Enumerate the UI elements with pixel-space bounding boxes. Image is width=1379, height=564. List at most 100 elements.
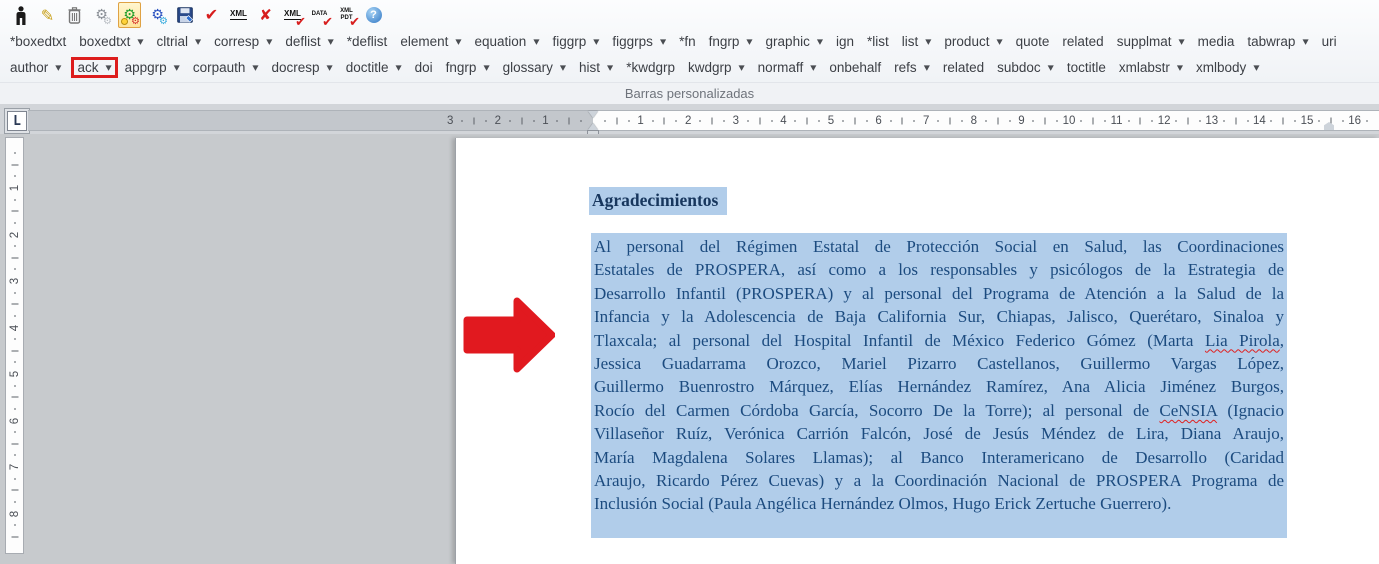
toolbar-item-xmlbody[interactable]: xmlbody▼ bbox=[1196, 60, 1259, 75]
toolbar-item-x-fn[interactable]: *fn bbox=[679, 34, 696, 49]
workspace: 12345678 Agradecimientos Al personal del… bbox=[0, 134, 1379, 564]
toolbar-item-label: related bbox=[943, 60, 984, 75]
toolbar-item-product[interactable]: product▼ bbox=[944, 34, 1002, 49]
delete-trash-icon[interactable] bbox=[64, 3, 85, 27]
toolbar-item-fngrp[interactable]: fngrp▼ bbox=[709, 34, 753, 49]
toolbar-item-label: corpauth bbox=[193, 60, 246, 75]
toolbar-item-deflist[interactable]: deflist▼ bbox=[285, 34, 333, 49]
toolbar-item-normaff[interactable]: normaff▼ bbox=[758, 60, 817, 75]
trash-glyph bbox=[68, 7, 81, 24]
chevron-down-icon: ▼ bbox=[174, 63, 180, 71]
chevron-down-icon: ▼ bbox=[533, 37, 539, 45]
toolbar-item-cltrial[interactable]: cltrial▼ bbox=[157, 34, 202, 49]
toolbar-item-doi[interactable]: doi bbox=[415, 60, 433, 75]
toolbar-item-x-kwdgrp[interactable]: *kwdgrp bbox=[626, 60, 675, 75]
toolbar-item-toctitle[interactable]: toctitle bbox=[1067, 60, 1106, 75]
toolbar-item-onbehalf[interactable]: onbehalf bbox=[829, 60, 881, 75]
toolbar-item-x-deflist[interactable]: *deflist bbox=[347, 34, 388, 49]
toolbar-item-ack[interactable]: ack▼ bbox=[71, 57, 117, 78]
question-mark-glyph: ? bbox=[366, 7, 382, 23]
xml-icon[interactable]: XML bbox=[228, 3, 249, 27]
ruler-tick bbox=[807, 117, 808, 124]
chevron-down-icon: ▼ bbox=[105, 63, 111, 71]
toolbar-item-label: figgrps bbox=[612, 34, 653, 49]
toolbar-item-list[interactable]: list▼ bbox=[902, 34, 932, 49]
toolbar-item-label: doi bbox=[415, 60, 433, 75]
delete-x-icon[interactable]: ✘ bbox=[255, 3, 276, 27]
section-heading[interactable]: Agradecimientos bbox=[589, 187, 727, 215]
hanging-indent-marker[interactable] bbox=[588, 123, 598, 130]
ruler-tick bbox=[1140, 117, 1141, 124]
toolbar-item-corpauth[interactable]: corpauth▼ bbox=[193, 60, 259, 75]
toolbar-item-author[interactable]: author▼ bbox=[10, 60, 61, 75]
paragraph-line: Desarrollo Infantil (PROSPERA) y al pers… bbox=[594, 282, 1284, 305]
selected-paragraph[interactable]: Al personal del Régimen Estatal de Prote… bbox=[591, 233, 1287, 538]
validate-check-icon[interactable]: ✔ bbox=[201, 3, 222, 27]
toolbar-item-label: fngrp bbox=[446, 60, 477, 75]
toolbar-item-refs[interactable]: refs▼ bbox=[894, 60, 930, 75]
toolbar-item-related[interactable]: related bbox=[1062, 34, 1103, 49]
data-validate-icon[interactable]: DATA ✔ bbox=[309, 3, 330, 27]
toolbar-item-corresp[interactable]: corresp▼ bbox=[214, 34, 272, 49]
toolbar-item-graphic[interactable]: graphic▼ bbox=[766, 34, 823, 49]
toolbar-item-doctitle[interactable]: doctitle▼ bbox=[346, 60, 402, 75]
toolbar-item-uri[interactable]: uri bbox=[1322, 34, 1337, 49]
toolbar-item-label: quote bbox=[1016, 34, 1050, 49]
ruler-tick bbox=[11, 490, 18, 491]
document-page[interactable]: Agradecimientos Al personal del Régimen … bbox=[455, 138, 1379, 564]
toolbar-item-subdoc[interactable]: subdoc▼ bbox=[997, 60, 1054, 75]
toolbar-item-related[interactable]: related bbox=[943, 60, 984, 75]
ruler-tick bbox=[14, 269, 16, 270]
ruler-tick bbox=[1318, 120, 1319, 122]
ruler-tick bbox=[14, 246, 16, 247]
process-gears-gray-icon[interactable]: ⚙ ⚙ bbox=[91, 3, 112, 27]
vertical-ruler[interactable]: 12345678 bbox=[5, 137, 24, 554]
paragraph-line: Rocío del Carmen Córdoba García, Socorro… bbox=[594, 399, 1284, 422]
toolbar-item-quote[interactable]: quote bbox=[1016, 34, 1050, 49]
toolbar-item-docresp[interactable]: docresp▼ bbox=[272, 60, 333, 75]
horizontal-ruler[interactable]: 32112345678910111213141516 bbox=[28, 110, 1379, 131]
toolbar-item-x-list[interactable]: *list bbox=[867, 34, 889, 49]
save-icon[interactable] bbox=[174, 3, 195, 27]
toolbar-item-appgrp[interactable]: appgrp ▼ bbox=[125, 60, 180, 75]
ruler-tick bbox=[1045, 117, 1046, 124]
ruler-tick bbox=[759, 117, 760, 124]
check-glyph: ✔ bbox=[349, 16, 360, 29]
help-icon[interactable]: ? bbox=[363, 3, 384, 27]
toolbar-item-element[interactable]: element▼ bbox=[400, 34, 461, 49]
edit-pencil-icon[interactable]: ✎ bbox=[37, 3, 58, 27]
tab-stop-selector[interactable]: L bbox=[4, 108, 30, 134]
ruler-tick bbox=[11, 536, 18, 537]
ruler-tick bbox=[569, 117, 570, 124]
ruler-number: 6 bbox=[875, 115, 881, 127]
toolbar-item-media[interactable]: media bbox=[1198, 34, 1235, 49]
first-line-indent-marker[interactable] bbox=[588, 111, 598, 118]
toolbar-item-supplmat[interactable]: supplmat▼ bbox=[1117, 34, 1185, 49]
toolbar-item-kwdgrp[interactable]: kwdgrp▼ bbox=[688, 60, 745, 75]
toolbar-item-tabwrap[interactable]: tabwrap▼ bbox=[1247, 34, 1308, 49]
toolbar-item-glossary[interactable]: glossary▼ bbox=[503, 60, 566, 75]
toolbar-item-hist[interactable]: hist▼ bbox=[579, 60, 613, 75]
process-gears-color-icon[interactable]: ⚙ ⚙ bbox=[118, 2, 141, 28]
xml-validate-icon[interactable]: XML ✔ bbox=[282, 3, 303, 27]
author-person-icon[interactable] bbox=[10, 3, 31, 27]
toolbar-item-label: docresp bbox=[272, 60, 320, 75]
ruler-tick bbox=[1199, 120, 1200, 122]
ruler-tick bbox=[1235, 117, 1236, 124]
toolbar-item-label: appgrp bbox=[125, 60, 167, 75]
toolbar-item-xmlabstr[interactable]: xmlabstr▼ bbox=[1119, 60, 1183, 75]
toolbar-item-ign[interactable]: ign bbox=[836, 34, 854, 49]
toolbar-item-figgrps[interactable]: figgrps▼ bbox=[612, 34, 666, 49]
ruler-tick bbox=[616, 117, 617, 124]
ruler-tick bbox=[14, 339, 16, 340]
xml-pdt-validate-icon[interactable]: XML PDT ✔ bbox=[336, 3, 357, 27]
toolbar-item-fngrp[interactable]: fngrp▼ bbox=[446, 60, 490, 75]
ruler-tick bbox=[1223, 120, 1224, 122]
toolbar-item-x-boxedtxt[interactable]: *boxedtxt bbox=[10, 34, 66, 49]
toolbar-item-figgrp[interactable]: figgrp▼ bbox=[552, 34, 599, 49]
toolbar-item-equation[interactable]: equation▼ bbox=[475, 34, 540, 49]
process-gears-blue-icon[interactable]: ⚙ ⚙ bbox=[147, 3, 168, 27]
toolbar-item-boxedtxt[interactable]: boxedtxt▼ bbox=[79, 34, 143, 49]
ruler-tick bbox=[14, 432, 16, 433]
paragraph-line: Infancia y la Adolescencia de Baja Calif… bbox=[594, 305, 1284, 328]
